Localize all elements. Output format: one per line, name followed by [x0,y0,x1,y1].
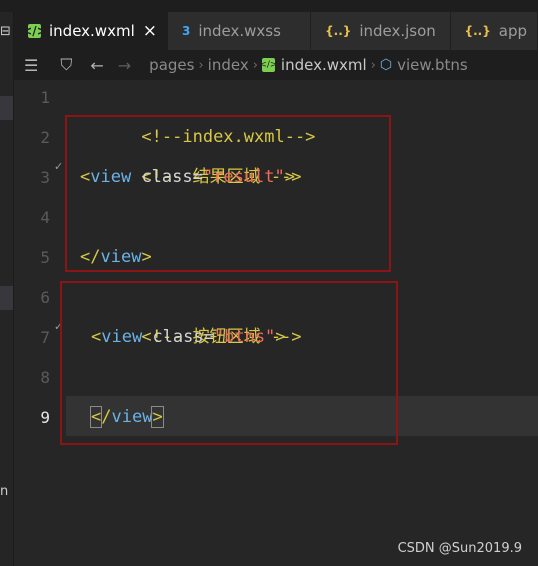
cube-symbol-icon: ⬡ [379,57,393,73]
chevron-right-icon: › [370,57,376,73]
wxml-file-icon: </> [22,24,47,38]
result-annotation-box [65,115,391,272]
line-number: 3 [40,168,50,187]
fold-chevron-icon[interactable]: ✓ [54,160,63,173]
tab-index-json[interactable]: {..} index.json [311,12,451,50]
line-number: 8 [40,368,50,387]
line-number: 2 [40,128,50,147]
tab-index-wxss[interactable]: 3 index.wxss [167,12,312,50]
json-file-icon: {..} [325,24,352,38]
line-number: 6 [40,288,50,307]
left-activity-edge: ⊟ n [0,12,14,566]
buttons-annotation-box [60,281,398,445]
sidebar-highlight [0,286,13,310]
code-editor[interactable]: 1 2 3 4 5 6 7 8 9 ✓ ✓ <!--index.wxml--> … [14,80,538,566]
sidebar-highlight [0,96,13,120]
line-number: 7 [40,328,50,347]
code-line-1: <!--index.wxml--> [80,77,315,147]
tab-app[interactable]: {..} app [450,12,538,50]
line-number: 4 [40,208,50,227]
css-file-icon: 3 [181,24,191,38]
bookmark-icon[interactable]: ⛉ [60,55,72,75]
tab-index-wxml[interactable]: </> index.wxml × [14,12,168,50]
json-file-icon: {..} [464,24,491,38]
breadcrumb: ☰ ⛉ ← → pages › index › </> index.wxml ›… [14,50,538,80]
chevron-right-icon: › [252,57,258,73]
line-number: 1 [40,88,50,107]
tab-label: app [498,22,527,40]
forward-arrow-icon[interactable]: → [118,56,131,75]
tab-label: index.wxss [198,22,281,40]
breadcrumb-item-symbol[interactable]: view.btns [397,56,468,74]
chevron-right-icon: › [198,57,204,73]
back-arrow-icon[interactable]: ← [90,56,103,75]
line-number: 9 [40,408,50,427]
breadcrumb-item-pages[interactable]: pages [149,56,194,74]
window-top-strip [0,0,538,12]
wxml-file-icon: </> [259,58,278,72]
tab-label: index.wxml [49,22,135,40]
tab-label: index.json [359,22,436,40]
close-icon[interactable]: × [143,21,157,41]
line-number: 5 [40,248,50,267]
panel-toggle-icon[interactable]: ⊟ [0,24,11,39]
list-icon[interactable]: ☰ [24,56,38,75]
watermark: CSDN @Sun2019.9 [397,541,522,556]
breadcrumb-item-index[interactable]: index [208,56,249,74]
editor-tab-bar: </> index.wxml × 3 index.wxss {..} index… [14,12,538,50]
line-number-gutter: 1 2 3 4 5 6 7 8 9 ✓ ✓ [14,80,63,566]
sidebar-fragment-text: n [0,484,9,499]
breadcrumb-item-file[interactable]: index.wxml [281,56,367,74]
